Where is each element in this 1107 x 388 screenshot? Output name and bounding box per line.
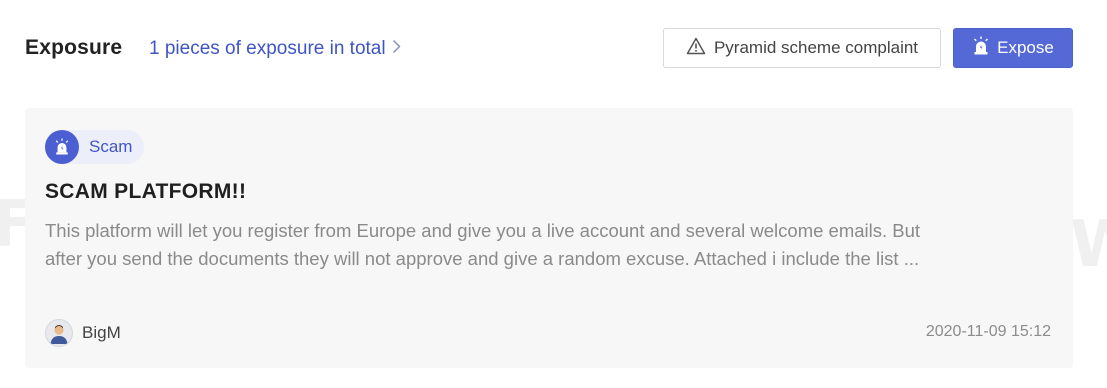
post-author[interactable]: BigM <box>45 319 121 347</box>
post-body-line: after you send the documents they will n… <box>45 248 920 269</box>
watermark-w-right: W <box>1070 208 1107 282</box>
pyramid-scheme-complaint-button[interactable]: Pyramid scheme complaint <box>663 28 941 68</box>
scam-tag: Scam <box>45 130 145 164</box>
exposure-card[interactable]: Scam SCAM PLATFORM!! This platform will … <box>25 108 1073 368</box>
warning-triangle-icon <box>686 37 706 60</box>
section-title: Exposure <box>25 36 123 59</box>
post-body-line: This platform will let you register from… <box>45 220 921 241</box>
siren-icon <box>45 130 79 164</box>
exposure-count-link[interactable]: 1 pieces of exposure in total <box>149 38 401 60</box>
chevron-right-icon <box>392 39 401 59</box>
expose-button[interactable]: Expose <box>953 28 1073 68</box>
siren-icon <box>972 36 990 61</box>
user-avatar-icon <box>45 319 73 347</box>
exposure-header: Exposure 1 pieces of exposure in total P… <box>0 0 1107 100</box>
post-timestamp: 2020-11-09 15:12 <box>925 323 1051 340</box>
scam-tag-label: Scam <box>89 137 133 156</box>
exposure-count-text: 1 pieces of exposure in total <box>149 38 386 59</box>
post-title[interactable]: SCAM PLATFORM!! <box>45 180 246 204</box>
post-body: This platform will let you register from… <box>45 217 1053 273</box>
complaint-button-label: Pyramid scheme complaint <box>713 38 919 57</box>
author-name: BigM <box>82 323 121 342</box>
expose-button-label: Expose <box>997 38 1054 57</box>
